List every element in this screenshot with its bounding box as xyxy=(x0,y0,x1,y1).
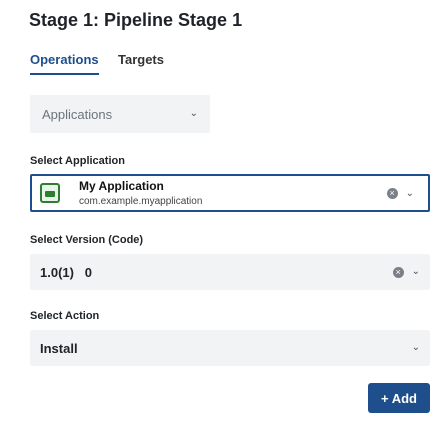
tab-operations[interactable]: Operations xyxy=(30,52,99,75)
version-select[interactable]: 1.0(1) 0 × ⌄ xyxy=(30,254,430,290)
application-select-controls: × ⌄ xyxy=(386,188,414,199)
select-version-label: Select Version (Code) xyxy=(30,234,144,246)
application-name: My Application xyxy=(79,179,164,193)
applications-filter-value: Applications xyxy=(42,106,113,122)
applications-filter-select[interactable]: Applications ⌄ xyxy=(30,95,210,133)
action-select[interactable]: Install ⌄ xyxy=(30,330,430,366)
application-select[interactable]: My Application com.example.myapplication… xyxy=(30,174,430,212)
chevron-down-icon[interactable]: ⌄ xyxy=(406,188,414,199)
chevron-down-icon[interactable]: ⌄ xyxy=(412,343,420,353)
chevron-down-icon[interactable]: ⌄ xyxy=(412,267,420,277)
select-application-label: Select Application xyxy=(30,155,125,167)
application-package: com.example.myapplication xyxy=(79,196,203,207)
version-value: 1.0(1) 0 xyxy=(40,264,93,280)
android-app-icon xyxy=(40,183,60,203)
select-action-label: Select Action xyxy=(30,310,100,322)
clear-icon[interactable]: × xyxy=(386,188,398,199)
add-button[interactable]: + Add xyxy=(368,383,430,413)
action-value: Install xyxy=(40,340,78,356)
tab-targets[interactable]: Targets xyxy=(118,52,164,67)
chevron-down-icon: ⌄ xyxy=(189,108,198,119)
version-select-controls: × ⌄ xyxy=(392,266,420,278)
clear-icon[interactable]: × xyxy=(392,266,404,278)
page-title: Stage 1: Pipeline Stage 1 xyxy=(29,10,243,30)
